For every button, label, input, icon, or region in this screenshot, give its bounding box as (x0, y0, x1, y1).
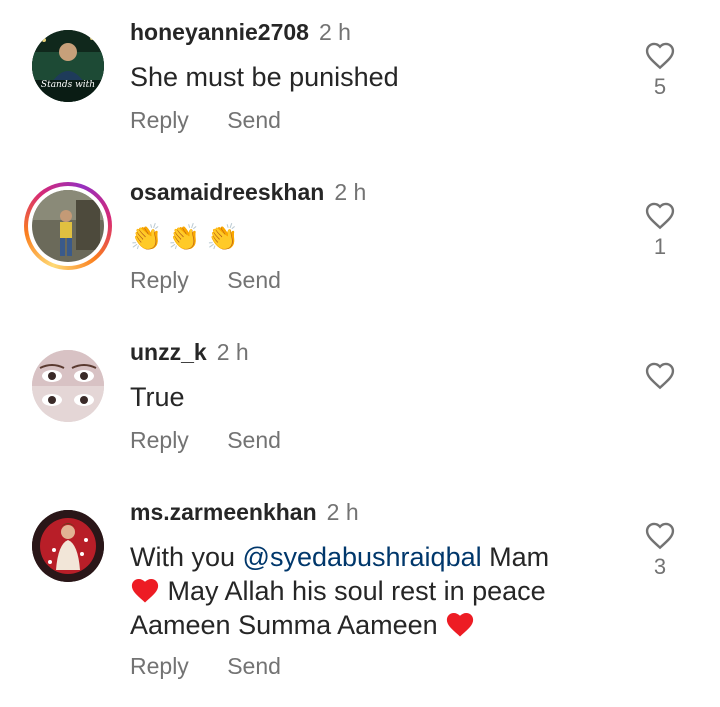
heart-outline-icon[interactable] (644, 40, 676, 70)
avatar[interactable] (32, 510, 104, 582)
comment-text: 👏👏👏 (130, 222, 246, 252)
comment-text-part: Aameen Summa Aameen (130, 610, 446, 640)
comment-text: She must be punished (130, 62, 399, 92)
comment-text: With you @syedabushraiqbal Mam May Allah… (130, 540, 610, 642)
like-area: 1 (640, 200, 680, 260)
like-area: 5 (640, 40, 680, 100)
comment-actions: Reply Send (130, 106, 281, 134)
heart-outline-icon[interactable] (644, 360, 676, 390)
avatar-image (32, 190, 104, 262)
timestamp: 2 h (326, 499, 359, 525)
like-count: 1 (653, 234, 667, 259)
red-heart-emoji-icon (131, 579, 159, 603)
avatar[interactable] (32, 350, 104, 422)
reply-button[interactable]: Reply (130, 106, 189, 134)
username[interactable]: unzz_k (130, 339, 207, 365)
heart-outline-icon[interactable] (644, 520, 676, 550)
avatar-image (32, 30, 104, 102)
comment-header: unzz_k 2 h (130, 338, 249, 366)
mention-link[interactable]: @syedabushraiqbal (243, 542, 482, 572)
username[interactable]: honeyannie2708 (130, 19, 309, 45)
reply-button[interactable]: Reply (130, 652, 189, 680)
reply-button[interactable]: Reply (130, 266, 189, 294)
comment-header: honeyannie2708 2 h (130, 18, 351, 46)
comment-text-part: May Allah his soul rest in peace (160, 576, 546, 606)
avatar (32, 190, 104, 262)
red-heart-emoji-icon (447, 613, 474, 637)
heart-outline-icon[interactable] (644, 200, 676, 230)
username[interactable]: osamaidreeskhan (130, 179, 324, 205)
avatar-image (32, 350, 104, 422)
comment-actions: Reply Send (130, 652, 281, 680)
like-count: 5 (653, 74, 667, 99)
avatar-story-ring[interactable] (24, 182, 112, 270)
comment-text-part: With you (130, 542, 243, 572)
comments-list: Stands with honeyannie2708 2 h She must b… (0, 0, 720, 707)
avatar[interactable]: Stands with (32, 30, 104, 102)
send-button[interactable]: Send (227, 106, 281, 134)
comment-actions: Reply Send (130, 266, 281, 294)
username[interactable]: ms.zarmeenkhan (130, 499, 317, 525)
like-area: 3 (640, 520, 680, 580)
comment-header: ms.zarmeenkhan 2 h (130, 498, 359, 526)
reply-button[interactable]: Reply (130, 426, 189, 454)
like-area (640, 360, 680, 390)
comment-header: osamaidreeskhan 2 h (130, 178, 366, 206)
send-button[interactable]: Send (227, 426, 281, 454)
avatar-caption: Stands with (40, 80, 96, 90)
timestamp: 2 h (334, 179, 367, 205)
comment-text: True (130, 382, 185, 412)
comment-actions: Reply Send (130, 426, 281, 454)
comment-text-part: Mam (481, 542, 550, 572)
send-button[interactable]: Send (227, 266, 281, 294)
send-button[interactable]: Send (227, 652, 281, 680)
timestamp: 2 h (216, 339, 249, 365)
like-count: 3 (653, 554, 667, 579)
timestamp: 2 h (318, 19, 351, 45)
avatar-image (32, 510, 104, 582)
